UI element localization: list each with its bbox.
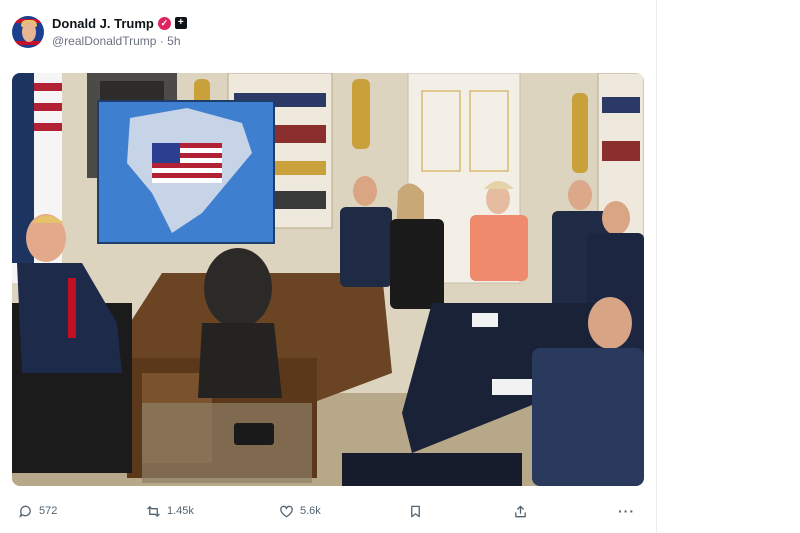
handle[interactable]: @realDonaldTrump <box>52 34 156 48</box>
reply-icon <box>19 505 31 518</box>
photo-illustration <box>12 73 644 486</box>
handle-row: @realDonaldTrump · 5h <box>52 34 187 48</box>
bookcase-right-books <box>602 141 640 161</box>
like-count: 5.6k <box>300 505 321 517</box>
glass-table <box>142 403 312 483</box>
post-header: Donald J. Trump ✓ + @realDonaldTrump · 5… <box>12 14 187 50</box>
action-bar: 572 1.45k 5.6k ··· <box>18 500 648 522</box>
reply-count: 572 <box>39 505 58 517</box>
bookcase-right-books <box>602 97 640 113</box>
repost-icon <box>147 505 160 517</box>
avatar-face <box>22 22 36 42</box>
flag-left-stripes <box>34 83 62 131</box>
share-icon <box>515 505 526 517</box>
map-flag-canton <box>152 143 180 163</box>
bust-head <box>204 248 272 328</box>
separator: · <box>159 34 164 49</box>
timestamp[interactable]: 5h <box>167 34 180 48</box>
verified-badge-icon: ✓ <box>157 16 171 30</box>
reply-button[interactable]: 572 <box>18 500 57 522</box>
repost-count: 1.45k <box>167 505 194 517</box>
affiliate-badge-icon: + <box>174 17 187 30</box>
more-icon: ··· <box>618 503 635 519</box>
bust-body <box>198 323 282 398</box>
person-tie <box>68 278 76 338</box>
author-block: Donald J. Trump ✓ + @realDonaldTrump · 5… <box>52 16 187 49</box>
bookmark-button[interactable] <box>408 500 423 522</box>
heart-icon <box>280 505 293 517</box>
phone-on-table <box>234 423 274 445</box>
display-name[interactable]: Donald J. Trump <box>52 16 154 32</box>
more-button[interactable]: ··· <box>618 500 635 522</box>
post-card: Donald J. Trump ✓ + @realDonaldTrump · 5… <box>0 0 657 533</box>
post-photo[interactable] <box>12 73 644 486</box>
name-row: Donald J. Trump ✓ + <box>52 16 187 32</box>
repost-button[interactable]: 1.45k <box>146 500 194 522</box>
like-button[interactable]: 5.6k <box>279 500 321 522</box>
bookmark-icon <box>411 505 420 517</box>
share-button[interactable] <box>513 500 528 522</box>
avatar[interactable] <box>12 16 44 48</box>
